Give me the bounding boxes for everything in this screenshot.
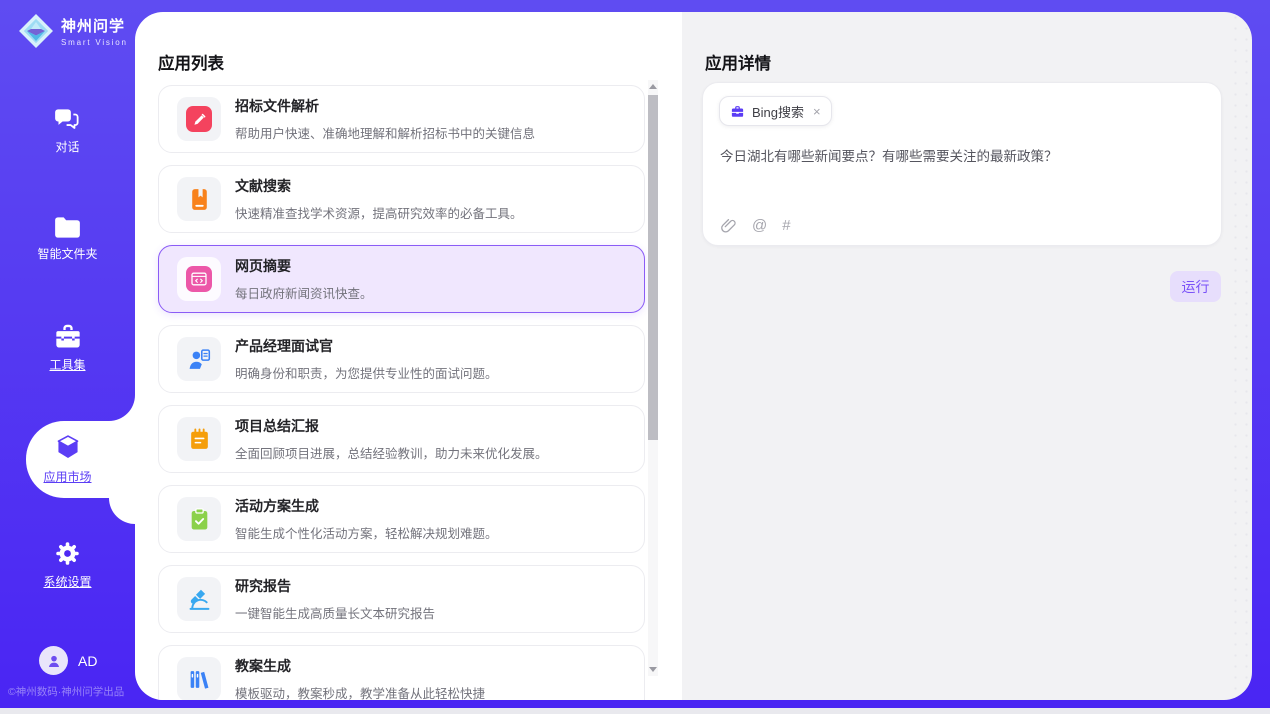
sidebar-item-label: 智能文件夹 [0, 245, 135, 262]
nav-curve-bottom [109, 498, 135, 524]
scrollbar-up-arrow[interactable] [648, 80, 658, 93]
brand-name: 神州问学 [61, 15, 128, 36]
list-scrollbar[interactable] [648, 80, 658, 676]
app-name: 网页摘要 [235, 256, 373, 276]
sidebar-item-label: 对话 [0, 138, 135, 155]
composer-toolbar: @ # [720, 217, 791, 234]
app-list-title: 应用列表 [158, 50, 224, 74]
prompt-card: Bing搜索 × 今日湖北有哪些新闻要点？有哪些需要关注的最新政策？ @ # [702, 82, 1222, 246]
gear-icon [54, 540, 81, 567]
sidebar-item-smart-folder[interactable]: 智能文件夹 [0, 216, 135, 262]
sidebar-item-chat[interactable]: 对话 [0, 108, 135, 155]
sidebar-item-toolbox[interactable]: 工具集 [0, 324, 135, 373]
interviewer-icon [187, 347, 212, 372]
notepad-icon [187, 427, 212, 452]
app-description: 帮助用户快速、准确地理解和解析招标书中的关键信息 [235, 123, 535, 142]
app-icon-box [177, 657, 221, 700]
brand-logo: 神州问学 Smart Vision [18, 12, 128, 50]
nav-curve-top [109, 395, 135, 421]
main-container: 应用列表 招标文件解析 帮助用户快速、准确地理解和解析招标书中的关键信息 [135, 12, 1252, 700]
app-description: 每日政府新闻资讯快查。 [235, 283, 373, 302]
app-detail-title: 应用详情 [705, 50, 771, 74]
app-icon-box [177, 577, 221, 621]
app-name: 招标文件解析 [235, 96, 535, 116]
clipboard-check-icon [187, 507, 212, 532]
app-name: 活动方案生成 [235, 496, 498, 516]
app-description: 智能生成个性化活动方案，轻松解决规划难题。 [235, 523, 498, 542]
hashtag-icon[interactable]: # [782, 217, 790, 234]
brand-tagline: Smart Vision [61, 38, 128, 47]
run-button[interactable]: 运行 [1170, 271, 1221, 302]
app-card-literature-search[interactable]: 文献搜索 快速精准查找学术资源，提高研究效率的必备工具。 [158, 165, 645, 233]
app-card-event-plan[interactable]: 活动方案生成 智能生成个性化活动方案，轻松解决规划难题。 [158, 485, 645, 553]
app-icon-box [177, 257, 221, 301]
app-description: 快速精准查找学术资源，提高研究效率的必备工具。 [235, 203, 523, 222]
sidebar-item-label: 应用市场 [0, 468, 135, 485]
person-icon [46, 653, 62, 669]
cube-icon [54, 432, 82, 462]
app-description: 一键智能生成高质量长文本研究报告 [235, 603, 435, 622]
avatar [39, 646, 68, 675]
sidebar-item-label: 工具集 [0, 356, 135, 373]
app-description: 模板驱动，教案秒成，教学准备从此轻松快捷 [235, 683, 485, 700]
app-list-panel: 应用列表 招标文件解析 帮助用户快速、准确地理解和解析招标书中的关键信息 [135, 12, 682, 700]
copyright-note: ©神州数码·神州问学出品 [8, 684, 124, 699]
app-detail-panel: 应用详情 Bing搜索 × 今日湖北有哪些新闻要点？有哪些需要关注的最新政策？ … [682, 12, 1252, 700]
diamond-logo-icon [18, 12, 54, 50]
app-icon-box [177, 417, 221, 461]
microscope-icon [187, 587, 212, 612]
book-icon [187, 187, 212, 212]
folder-icon [54, 216, 81, 239]
scrollbar-down-arrow[interactable] [648, 663, 658, 676]
app-icon-box [177, 337, 221, 381]
tool-tag-bing-search[interactable]: Bing搜索 × [719, 96, 832, 126]
toolbox-icon [54, 324, 82, 350]
pen-square-icon [186, 106, 212, 132]
app-name: 教案生成 [235, 656, 485, 676]
app-icon-box [177, 97, 221, 141]
chat-icon [54, 108, 81, 132]
app-card-lesson-plan[interactable]: 教案生成 模板驱动，教案秒成，教学准备从此轻松快捷 [158, 645, 645, 700]
paperclip-icon[interactable] [720, 217, 737, 234]
scrollbar-thumb[interactable] [648, 95, 658, 440]
app-card-project-summary[interactable]: 项目总结汇报 全面回顾项目进展，总结经验教训，助力未来优化发展。 [158, 405, 645, 473]
books-icon [187, 667, 212, 692]
app-name: 项目总结汇报 [235, 416, 548, 436]
sidebar-item-app-market[interactable]: 应用市场 [0, 432, 135, 485]
app-description: 明确身份和职责，为您提供专业性的面试问题。 [235, 363, 498, 382]
user-name: AD [78, 653, 97, 669]
app-icon-box [177, 497, 221, 541]
app-card-pm-interviewer[interactable]: 产品经理面试官 明确身份和职责，为您提供专业性的面试问题。 [158, 325, 645, 393]
sidebar-item-label: 系统设置 [0, 573, 135, 590]
sidebar-item-settings[interactable]: 系统设置 [0, 540, 135, 590]
user-profile[interactable]: AD [0, 646, 135, 675]
app-card-bid-parse[interactable]: 招标文件解析 帮助用户快速、准确地理解和解析招标书中的关键信息 [158, 85, 645, 153]
query-input[interactable]: 今日湖北有哪些新闻要点？有哪些需要关注的最新政策？ [720, 145, 1205, 165]
app-name: 研究报告 [235, 576, 435, 596]
app-card-web-summary[interactable]: 网页摘要 每日政府新闻资讯快查。 [158, 245, 645, 313]
app-icon-box [177, 177, 221, 221]
app-card-list: 招标文件解析 帮助用户快速、准确地理解和解析招标书中的关键信息 文献搜索 快速精… [158, 85, 645, 700]
app-description: 全面回顾项目进展，总结经验教训，助力未来优化发展。 [235, 443, 548, 462]
tool-tag-label: Bing搜索 [752, 102, 804, 121]
browser-code-icon [186, 266, 212, 292]
app-name: 文献搜索 [235, 176, 523, 196]
tool-tag-close-icon[interactable]: × [813, 105, 821, 118]
briefcase-icon [730, 104, 745, 119]
mention-icon[interactable]: @ [752, 217, 767, 234]
app-card-research-report[interactable]: 研究报告 一键智能生成高质量长文本研究报告 [158, 565, 645, 633]
app-name: 产品经理面试官 [235, 336, 498, 356]
sidebar: 神州问学 Smart Vision 对话 智能文件夹 工具集 [0, 0, 135, 708]
